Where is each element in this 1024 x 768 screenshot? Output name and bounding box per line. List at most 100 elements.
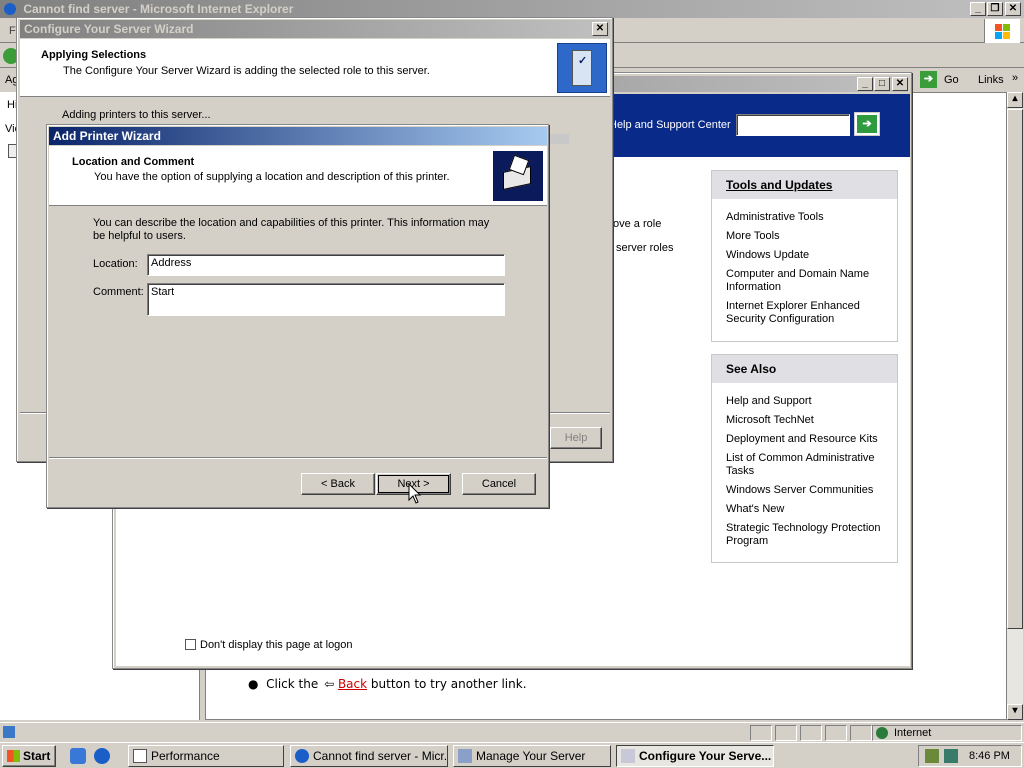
task-manage-server[interactable]: Manage Your Server [453,745,611,767]
system-tray: 8:46 PM [918,745,1022,767]
server-wizard-icon: ✓ [557,43,607,93]
start-button[interactable]: Start [2,745,56,767]
apw-heading: Location and Comment [72,156,195,168]
ie-close-button[interactable]: ✕ [1005,2,1021,16]
task-ie-label: Cannot find server - Micr... [313,749,448,763]
ie-task-icon [295,749,309,763]
quicklaunch-ie-icon[interactable] [94,748,110,764]
windows-update-link[interactable]: Windows Update [726,249,892,262]
tools-updates-panel: Tools and Updates Administrative Tools M… [711,170,898,342]
tools-links: Administrative Tools More Tools Windows … [726,211,892,326]
mys-close-button[interactable]: ✕ [892,77,908,91]
scroll-down-button[interactable]: ▾ [1007,704,1023,720]
ie-restore-button[interactable]: ❐ [987,2,1003,16]
help-center-label: Help and Support Center [609,119,731,131]
cysw-titlebar[interactable]: Configure Your Server Wizard [20,20,610,38]
clock[interactable]: 8:46 PM [969,750,1010,762]
ie-scrollbar[interactable]: ▴ ▾ [1007,92,1023,720]
ie-title: Cannot find server - Microsoft Internet … [23,2,294,16]
see-also-panel: See Also Help and Support Microsoft Tech… [711,354,898,563]
performance-icon [133,749,147,763]
status-page-icon [3,726,15,738]
windows-flag-icon [7,750,20,762]
add-printer-wizard: Add Printer Wizard Location and Comment … [46,124,549,508]
help-search-input[interactable] [736,114,850,136]
comment-input[interactable]: Start [147,283,505,316]
back-link[interactable]: Back [338,677,367,691]
task-manage-server-label: Manage Your Server [476,749,586,763]
ie-minimize-button[interactable]: _ [970,2,986,16]
links-label[interactable]: Links [978,74,1004,86]
role-text-fragment-1: ove a role [613,218,662,230]
go-button[interactable]: ➔ Go [918,70,968,90]
mys-minimize-button[interactable]: _ [857,77,873,91]
task-ie[interactable]: Cannot find server - Micr... [290,745,448,767]
status-pane-3 [800,725,822,741]
comment-label: Comment: [93,286,144,298]
status-pane-2 [775,725,797,741]
back-hint: ● Click the ⇦ Back button to try another… [248,677,527,691]
help-support-link[interactable]: Help and Support [726,395,892,408]
apw-title: Add Printer Wizard [53,129,161,143]
cysw-heading: Applying Selections [41,49,147,61]
technet-link[interactable]: Microsoft TechNet [726,414,892,427]
apw-description: You can describe the location and capabi… [93,217,490,242]
status-pane-1 [750,725,772,741]
task-configure-server[interactable]: Configure Your Serve... [616,745,774,767]
admin-tasks-link[interactable]: List of Common Administrative Tasks [726,452,892,478]
windows-logo-icon [984,19,1020,43]
help-search-go-button[interactable]: ➔ [854,112,880,136]
tools-updates-title: Tools and Updates [712,171,897,200]
deployment-kits-link[interactable]: Deployment and Resource Kits [726,433,892,446]
ie-menu-file[interactable]: F [9,25,16,37]
more-tools-link[interactable]: More Tools [726,230,892,243]
quicklaunch-desktop-icon[interactable] [70,748,86,764]
mys-maximize-button[interactable]: □ [874,77,890,91]
go-arrow-icon: ➔ [920,71,937,88]
strategic-protection-link[interactable]: Strategic Technology Protection Program [726,522,892,548]
see-also-title: See Also [712,355,897,384]
mouse-cursor-icon [408,482,422,505]
task-configure-server-label: Configure Your Serve... [639,749,772,763]
scroll-up-button[interactable]: ▴ [1007,92,1023,108]
status-pane-5 [850,725,872,741]
taskbar: Start Performance Cannot find server - M… [0,742,1024,768]
back-arrow-small-icon: ⇦ [324,677,335,691]
cancel-button[interactable]: Cancel [462,473,536,495]
network-tray-icon[interactable] [925,749,939,763]
apw-titlebar[interactable]: Add Printer Wizard [49,127,547,145]
back-hint-before: Click the [266,677,319,691]
arrow-right-icon: ➔ [857,115,877,133]
printer-icon [493,151,543,201]
status-pane-4 [825,725,847,741]
bullet-icon: ● [248,677,259,691]
cysw-subheading: The Configure Your Server Wizard is addi… [63,65,430,77]
cysw-progress-bar [547,134,569,144]
tray-icon-2[interactable] [944,749,958,763]
scroll-thumb[interactable] [1007,109,1023,629]
cysw-help-button[interactable]: Help [550,427,602,449]
globe-icon [876,727,888,739]
computer-domain-name-link[interactable]: Computer and Domain Name Information [726,268,892,294]
ie-enhanced-security-link[interactable]: Internet Explorer Enhanced Security Conf… [726,300,892,326]
server-communities-link[interactable]: Windows Server Communities [726,484,892,497]
server-task-icon [458,749,472,763]
whats-new-link[interactable]: What's New [726,503,892,516]
chevron-right-icon[interactable]: » [1012,72,1018,84]
dont-display-label[interactable]: Don't display this page at logon [200,639,353,651]
wizard-task-icon [621,749,635,763]
administrative-tools-link[interactable]: Administrative Tools [726,211,892,224]
internet-zone-label: Internet [894,727,932,739]
apw-separator [49,457,547,459]
internet-zone: Internet [872,725,1022,741]
location-input[interactable]: Address [147,254,505,276]
ie-titlebar[interactable]: Cannot find server - Microsoft Internet … [0,0,1024,18]
go-label: Go [944,74,959,86]
back-button[interactable]: < Back [301,473,375,495]
apw-header: Location and Comment You have the option… [49,146,547,206]
dont-display-checkbox[interactable] [185,639,196,650]
task-performance[interactable]: Performance [128,745,284,767]
ie-icon [4,3,16,15]
cysw-close-button[interactable]: ✕ [592,22,608,36]
cysw-header: Applying Selections The Configure Your S… [20,39,610,97]
